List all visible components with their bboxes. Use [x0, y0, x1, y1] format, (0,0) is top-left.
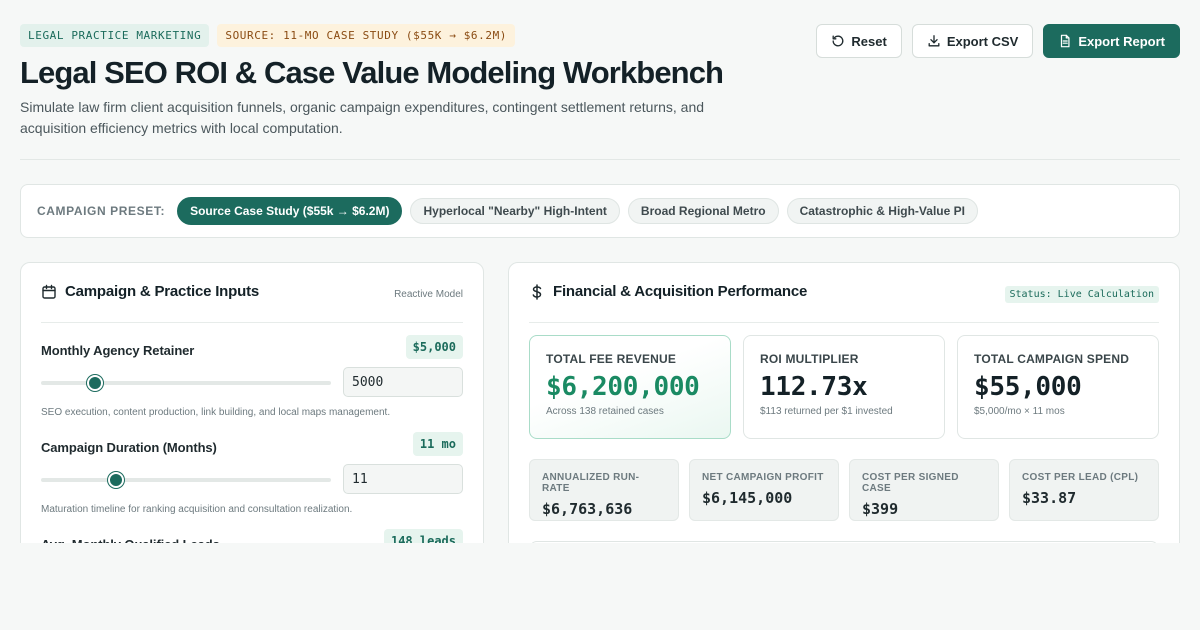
mini-metric-label: ANNUALIZED RUN-RATE [542, 472, 640, 494]
preset-chip-source-case-study[interactable]: Source Case Study ($55k → $6.2M) [177, 197, 403, 225]
preset-chip-regional-metro[interactable]: Broad Regional Metro [627, 198, 779, 224]
export-csv-button[interactable]: Export CSV [911, 24, 1034, 58]
page-subtitle: Simulate law firm client acquisition fun… [20, 99, 705, 136]
metric-label: TOTAL CAMPAIGN SPEND [974, 352, 1130, 366]
performance-panel: Financial & Acquisition Performance Stat… [508, 262, 1180, 562]
export-report-button[interactable]: Export Report [1043, 24, 1180, 58]
inputs-panel-title: Campaign & Practice Inputs [65, 283, 260, 300]
field-help-text: Maturation timeline for ranking acquisit… [41, 504, 353, 515]
cost-per-signed-case-card: COST PER SIGNED CASE $399 [849, 459, 999, 521]
inputs-panel-header: Campaign & Practice Inputs Reactive Mode… [41, 283, 463, 323]
performance-panel-title: Financial & Acquisition Performance [553, 283, 808, 300]
retainer-slider[interactable] [41, 375, 331, 391]
retainer-field: Monthly Agency Retainer $5,000 SEO execu… [41, 335, 463, 425]
export-report-label: Export Report [1078, 33, 1165, 49]
retainer-input[interactable] [343, 367, 463, 397]
source-tag: SOURCE: 11-MO CASE STUDY ($55K → $6.2M) [217, 24, 516, 47]
page-fold [0, 543, 1200, 630]
field-value-badge: 11 mo [412, 432, 463, 456]
page-title: Legal SEO ROI & Case Value Modeling Work… [20, 55, 724, 90]
metric-value: $55,000 [974, 372, 1082, 402]
category-tag: LEGAL PRACTICE MARKETING [20, 24, 210, 47]
total-campaign-spend-card: TOTAL CAMPAIGN SPEND $55,000 $5,000/mo ×… [957, 335, 1159, 439]
status-badge: Status: Live Calculation [1004, 286, 1159, 303]
reset-button-label: Reset [851, 33, 887, 49]
reset-button[interactable]: Reset [816, 24, 902, 58]
performance-panel-header: Financial & Acquisition Performance Stat… [529, 283, 1159, 323]
field-value-badge: $5,000 [405, 335, 463, 359]
mini-metric-value: $399 [862, 500, 899, 518]
metric-label: TOTAL FEE REVENUE [546, 352, 677, 366]
metric-label: ROI MULTIPLIER [760, 352, 859, 366]
inputs-panel: Campaign & Practice Inputs Reactive Mode… [20, 262, 484, 562]
metric-value: $6,200,000 [546, 372, 700, 402]
metric-note: $5,000/mo × 11 mos [974, 406, 1065, 417]
duration-field: Campaign Duration (Months) 11 mo Maturat… [41, 432, 463, 522]
mini-metric-label: NET CAMPAIGN PROFIT [702, 472, 824, 483]
preset-label: CAMPAIGN PRESET: [37, 204, 166, 218]
roi-multiplier-card: ROI MULTIPLIER 112.73x $113 returned per… [743, 335, 945, 439]
annualized-run-rate-card: ANNUALIZED RUN-RATE $6,763,636 [529, 459, 679, 521]
header-divider [20, 159, 1180, 160]
campaign-preset-bar: CAMPAIGN PRESET: Source Case Study ($55k… [20, 184, 1180, 238]
cost-per-lead-card: COST PER LEAD (CPL) $33.87 [1009, 459, 1159, 521]
slider-thumb[interactable] [86, 375, 103, 391]
export-csv-label: Export CSV [946, 33, 1019, 49]
metric-note: Across 138 retained cases [546, 406, 664, 417]
mini-metric-value: $6,763,636 [542, 500, 633, 518]
duration-input[interactable] [343, 464, 463, 494]
field-label: Campaign Duration (Months) [41, 440, 217, 455]
preset-chip-catastrophic-pi[interactable]: Catastrophic & High-Value PI [786, 198, 978, 224]
header-tags: LEGAL PRACTICE MARKETING SOURCE: 11-MO C… [20, 24, 516, 47]
duration-slider[interactable] [41, 472, 331, 488]
field-label: Monthly Agency Retainer [41, 343, 195, 358]
field-help-text: SEO execution, content production, link … [41, 407, 391, 418]
download-icon [928, 35, 940, 47]
metric-value: 112.73x [760, 372, 868, 402]
header-actions: Reset Export CSV Export Report [816, 24, 1180, 58]
mini-metric-value: $33.87 [1022, 489, 1077, 507]
mini-metric-label: COST PER LEAD (CPL) [1022, 472, 1139, 483]
slider-thumb[interactable] [107, 472, 124, 488]
mini-metric-label: COST PER SIGNED CASE [862, 472, 959, 494]
mini-metric-value: $6,145,000 [702, 489, 793, 507]
report-icon [1061, 34, 1070, 48]
total-fee-revenue-card: TOTAL FEE REVENUE $6,200,000 Across 138 … [529, 335, 731, 439]
reactive-model-hint: Reactive Model [394, 289, 463, 300]
calendar-icon [42, 284, 56, 299]
preset-chip-hyperlocal[interactable]: Hyperlocal "Nearby" High-Intent [410, 198, 620, 224]
dollar-icon [532, 283, 542, 300]
net-campaign-profit-card: NET CAMPAIGN PROFIT $6,145,000 [689, 459, 839, 521]
reset-icon [832, 35, 844, 47]
metric-note: $113 returned per $1 invested [760, 406, 893, 417]
